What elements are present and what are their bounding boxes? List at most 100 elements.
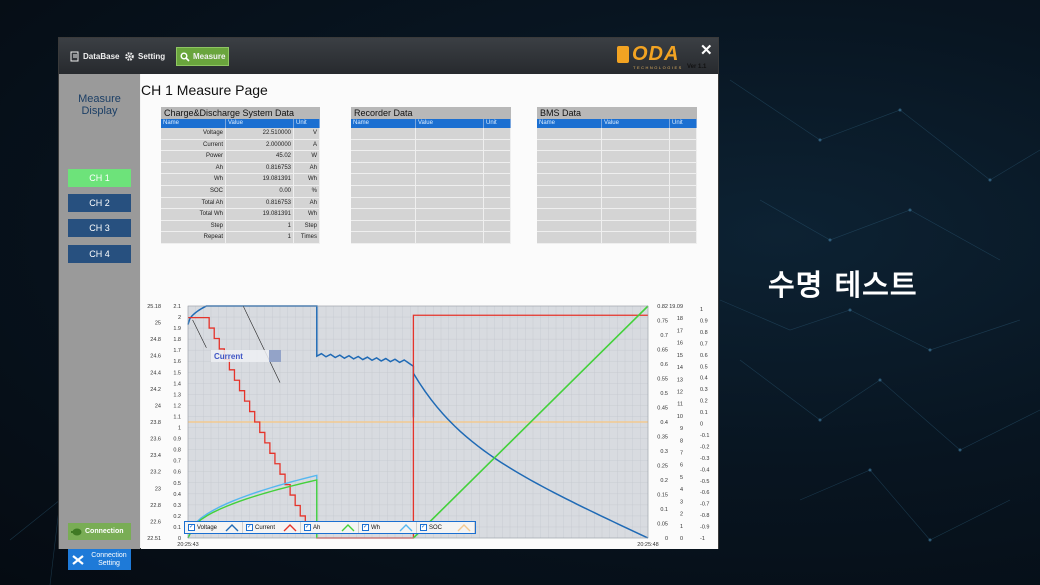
table-cell [670,185,697,197]
menu-measure-label: Measure [193,52,226,61]
menu-setting[interactable]: Setting [121,47,168,66]
ah-tick: 0.75 [657,319,668,325]
table-row [537,209,697,221]
table-row: Repeat 1 Times [161,232,320,244]
wh-tick: 5 [680,475,683,481]
voltage-tick: 23.4 [150,453,161,459]
legend-item[interactable]: ✓ SOC [417,522,475,533]
version-label: Ver 1.1 [687,64,707,70]
current-tick: 0.8 [173,448,181,454]
wh-tick: 2 [680,512,683,518]
ah-tick: 0.55 [657,377,668,383]
table-row [351,232,511,244]
checkbox-icon[interactable]: ✓ [420,524,427,531]
table-cell [670,139,697,151]
connection-setting-button[interactable]: Connection Setting [68,549,131,570]
legend-item[interactable]: ✓ Ah [301,522,359,533]
voltage-tick: 24.8 [150,337,161,343]
legend-swatch-icon [283,524,297,532]
soc-tick: 0.3 [700,387,708,393]
legend-swatch-icon [225,524,239,532]
voltage-tick: 22.6 [150,519,161,525]
channel-button-3[interactable]: CH 3 [68,219,131,237]
recorder-table-body [351,128,511,244]
cell-unit: V [294,128,320,139]
wh-tick: 7 [680,451,683,457]
soc-tick: -0.5 [700,479,709,485]
channel-button-2[interactable]: CH 2 [68,194,131,212]
sidebar-title: Measure Display [59,93,140,117]
soc-tick: 0.5 [700,364,708,370]
soc-tick: -1 [700,536,705,542]
table-row: Ah 0.816753 Ah [161,162,320,175]
channel-button-4[interactable]: CH 4 [68,245,131,263]
table-cell [602,220,670,232]
voltage-tick: 22.8 [150,503,161,509]
checkbox-icon[interactable]: ✓ [188,524,195,531]
soc-tick: 0.8 [700,330,708,336]
table-row: Total Ah 0.816753 Ah [161,197,320,210]
legend-item[interactable]: ✓ Wh [359,522,417,533]
legend-label: Wh [371,524,380,531]
col-unit: Unit [670,119,697,128]
search-icon [180,52,190,62]
connection-setting-line1: Connection [91,551,127,559]
table-cell [484,128,511,139]
current-tick: 1.7 [173,348,181,354]
table-cell [484,209,511,220]
table-cell [602,209,670,220]
cell-name: Repeat [161,232,226,243]
cell-unit: % [294,185,320,197]
gear-icon [125,52,134,61]
table-cell [537,139,602,151]
table-row [351,151,511,163]
legend-item[interactable]: ✓ Current [243,522,301,533]
table-row [537,139,697,152]
table-cell [416,139,484,151]
cell-name: Total Wh [161,209,226,220]
measure-chart: 25.182524.824.624.424.22423.823.623.423.… [147,304,709,548]
table-cell [484,162,511,174]
soc-tick: -0.8 [700,513,709,519]
close-icon[interactable]: ✕ [700,41,713,59]
wh-tick: 1 [680,524,683,530]
table-row [351,185,511,198]
checkbox-icon[interactable]: ✓ [246,524,253,531]
channel-button-1[interactable]: CH 1 [68,169,131,187]
table-cell [416,174,484,185]
cell-unit: Ah [294,162,320,174]
table-cell [351,128,416,139]
table-cell [670,174,697,185]
current-tick: 0.4 [173,492,181,498]
table-cell [416,128,484,139]
connection-button[interactable]: Connection [68,523,131,540]
menu-database-label: DataBase [83,52,120,61]
ah-tick: 0.1 [660,507,668,513]
wh-tick: 18 [677,316,683,322]
sidebar-title-line2: Display [81,105,118,117]
menu-measure[interactable]: Measure [176,47,230,66]
ah-tick: 0.45 [657,406,668,412]
voltage-tick: 23.6 [150,437,161,443]
table-cell [484,197,511,209]
table-cell [484,139,511,151]
table-cell [537,162,602,174]
legend-label: Ah [313,524,321,531]
current-tick: 1.5 [173,370,181,376]
menu-database[interactable]: DataBase [67,47,122,66]
menu-setting-label: Setting [138,52,166,61]
checkbox-icon[interactable]: ✓ [362,524,369,531]
table-cell [416,209,484,220]
wh-tick: 9 [680,426,683,432]
table-cell [537,174,602,185]
table-cell [670,151,697,162]
legend-item[interactable]: ✓ Voltage [185,522,243,533]
table-row [351,128,511,140]
caption-text: 수명 테스트 [768,268,918,302]
cell-name: Step [161,220,226,232]
checkbox-icon[interactable]: ✓ [304,524,311,531]
voltage-tick: 23 [155,486,161,492]
wh-tick: 17 [677,328,683,334]
table-cell [670,232,697,243]
voltage-tick: 25 [155,321,161,327]
